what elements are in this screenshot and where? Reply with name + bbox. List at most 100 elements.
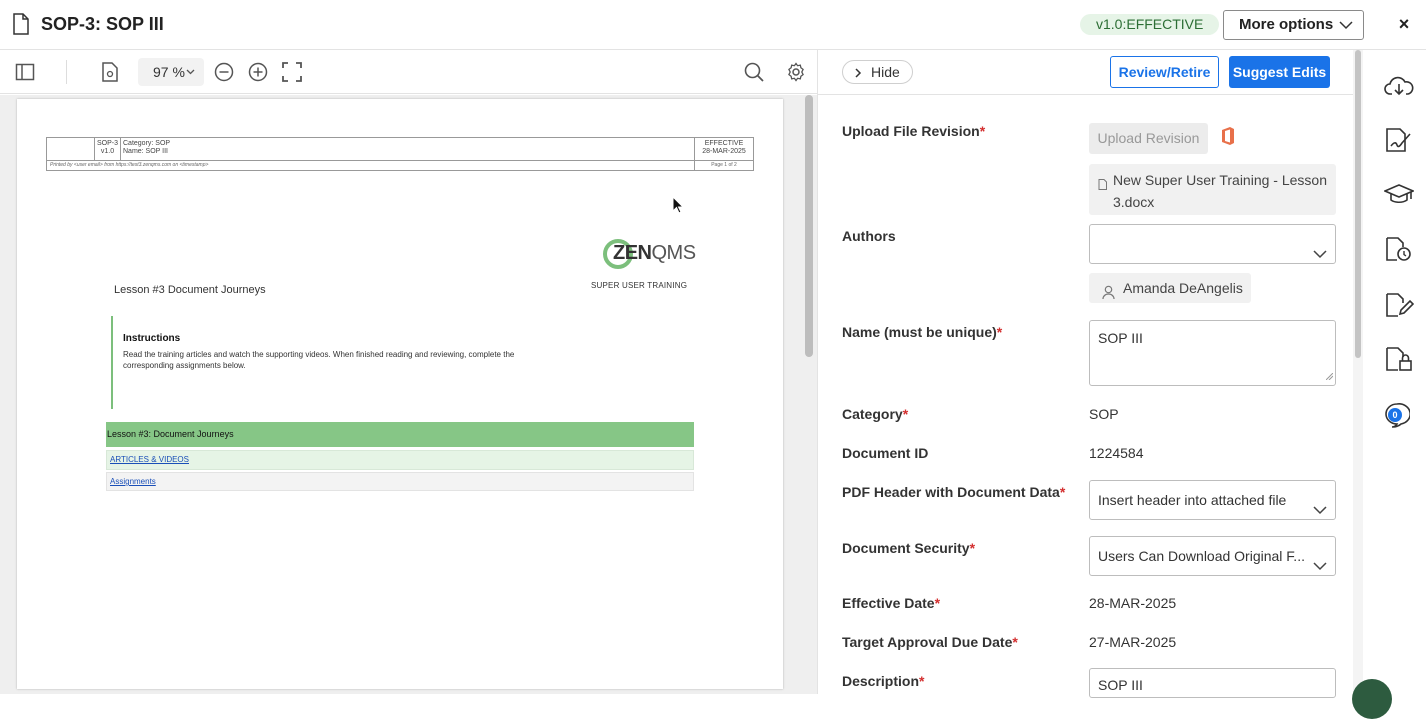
more-options-button[interactable]: More options — [1223, 10, 1364, 40]
document-icon — [12, 13, 30, 40]
file-name: New Super User Training - Lesson 3.docx — [1113, 172, 1327, 210]
name-label: Name (must be unique)* — [842, 324, 1003, 340]
close-button[interactable]: × — [1394, 12, 1414, 36]
hide-panel-button[interactable]: Hide — [842, 60, 913, 84]
chevron-down-icon — [1313, 237, 1327, 263]
lesson-table-row: Assignments — [106, 472, 694, 491]
resize-grip-icon[interactable] — [1325, 367, 1334, 383]
document-history-icon[interactable] — [1384, 236, 1414, 267]
header-cell-blank — [47, 138, 95, 160]
document-edit-icon[interactable] — [1384, 292, 1415, 323]
user-icon — [1102, 280, 1115, 310]
page-title: SOP-3: SOP III — [41, 14, 164, 34]
name-textarea[interactable]: SOP III — [1089, 320, 1336, 386]
search-icon[interactable] — [744, 62, 764, 87]
attached-file-chip[interactable]: New Super User Training - Lesson 3.docx — [1089, 164, 1336, 215]
upload-file-revision-label: Upload File Revision* — [842, 123, 986, 139]
effective-date-value: 28-MAR-2025 — [1089, 595, 1177, 611]
mouse-cursor-icon — [672, 195, 685, 219]
name-value: SOP III — [1098, 330, 1143, 346]
instructions-body: Read the training articles and watch the… — [123, 350, 515, 370]
pdf-header-table: SOP-3 v1.0 Category: SOP Name: SOP III E… — [46, 137, 754, 161]
fullscreen-icon[interactable] — [282, 62, 302, 87]
author-chip[interactable]: Amanda DeAngelis — [1089, 273, 1251, 303]
header-date: 28-MAR-2025 — [702, 148, 746, 155]
target-approval-value: 27-MAR-2025 — [1089, 634, 1177, 650]
upload-revision-button[interactable]: Upload Revision — [1089, 123, 1208, 154]
page-thumbnail-icon[interactable] — [101, 62, 119, 87]
chevron-down-icon — [1339, 13, 1353, 47]
right-icon-rail: 0 — [1364, 50, 1426, 694]
articles-videos-link[interactable]: ARTICLES & VIDEOS — [110, 455, 189, 464]
pdf-header-value: Insert header into attached file — [1098, 492, 1287, 508]
viewer-scrollbar[interactable] — [805, 95, 813, 357]
lesson-table-header: Lesson #3: Document Journeys — [106, 422, 694, 447]
signature-document-icon[interactable] — [1384, 127, 1414, 158]
document-lock-icon[interactable] — [1384, 346, 1414, 377]
file-icon — [1098, 174, 1107, 196]
pdf-header-label: PDF Header with Document Data* — [842, 484, 1066, 500]
instructions-accent-bar — [111, 316, 113, 409]
document-security-value: Users Can Download Original F... — [1098, 548, 1305, 564]
training-cap-icon[interactable] — [1382, 183, 1416, 212]
suggest-edits-button[interactable]: Suggest Edits — [1229, 56, 1330, 88]
office-icon[interactable] — [1220, 126, 1236, 151]
sidebar-toggle-icon[interactable] — [15, 62, 35, 87]
document-page: SOP-3 v1.0 Category: SOP Name: SOP III E… — [17, 99, 783, 689]
lesson-table-row: ARTICLES & VIDEOS — [106, 450, 694, 470]
printed-by-text: Printed by <user email> from https://tes… — [50, 162, 209, 168]
effective-date-label: Effective Date* — [842, 595, 941, 611]
authors-select[interactable] — [1089, 224, 1336, 264]
review-retire-button[interactable]: Review/Retire — [1110, 56, 1219, 88]
pdf-header-footer: Printed by <user email> from https://tes… — [46, 161, 754, 171]
panel-scrollbar[interactable] — [1353, 50, 1363, 694]
pdf-header-select[interactable]: Insert header into attached file — [1089, 480, 1336, 520]
header-cell-status: EFFECTIVE 28-MAR-2025 — [694, 138, 753, 160]
header-doc-id: SOP-3 — [96, 140, 118, 147]
instructions-heading: Instructions — [123, 333, 181, 344]
header-category: Category: SOP — [123, 140, 171, 147]
document-viewer[interactable]: SOP-3 v1.0 Category: SOP Name: SOP III E… — [0, 95, 817, 694]
assignments-link[interactable]: Assignments — [110, 477, 156, 486]
header-doc-version: v1.0 — [100, 148, 115, 155]
panel-scrollbar-thumb[interactable] — [1355, 50, 1361, 358]
settings-gear-icon[interactable] — [786, 62, 806, 87]
document-id-label: Document ID — [842, 445, 929, 461]
document-security-label: Document Security* — [842, 540, 976, 556]
zoom-in-icon[interactable] — [248, 62, 268, 87]
chevron-down-icon — [186, 69, 195, 75]
hide-label: Hide — [871, 64, 900, 80]
header-status: EFFECTIVE — [704, 140, 744, 147]
document-security-select[interactable]: Users Can Download Original F... — [1089, 536, 1336, 576]
target-approval-label: Target Approval Due Date* — [842, 634, 1018, 650]
panel-toolbar: Hide Review/Retire Suggest Edits — [818, 50, 1353, 95]
page-count: Page 1 of 2 — [694, 161, 753, 170]
toolbar-divider — [66, 60, 67, 84]
cloud-download-icon[interactable] — [1384, 74, 1414, 103]
description-value: SOP III — [1098, 677, 1143, 693]
more-options-label: More options — [1239, 16, 1334, 33]
floating-help-button[interactable] — [1352, 679, 1392, 719]
category-label: Category* — [842, 406, 909, 422]
logo-subtitle: SUPER USER TRAINING — [591, 281, 688, 290]
document-details-panel: Hide Review/Retire Suggest Edits Upload … — [817, 50, 1353, 698]
header-cell-id: SOP-3 v1.0 — [95, 138, 121, 160]
description-label: Description* — [842, 673, 925, 689]
chevron-down-icon — [1313, 549, 1327, 575]
zoom-value: 97 % — [153, 64, 185, 80]
header-cell-meta: Category: SOP Name: SOP III — [123, 140, 170, 156]
status-badge: v1.0:EFFECTIVE — [1080, 14, 1220, 35]
zoom-select[interactable]: 97 % — [138, 58, 204, 86]
comments-count-badge: 0 — [1388, 408, 1402, 422]
chevron-down-icon — [1313, 493, 1327, 519]
viewer-toolbar: 97 % — [0, 50, 817, 94]
top-bar: SOP-3: SOP III v1.0:EFFECTIVE More optio… — [0, 0, 1426, 50]
chevron-right-icon — [855, 68, 862, 78]
category-value: SOP — [1089, 406, 1119, 422]
zoom-out-icon[interactable] — [214, 62, 234, 87]
header-name: Name: SOP III — [123, 148, 168, 155]
lesson-title: Lesson #3 Document Journeys — [114, 284, 266, 296]
author-name: Amanda DeAngelis — [1123, 280, 1243, 296]
document-id-value: 1224584 — [1089, 445, 1144, 461]
logo-wordmark: ZENQMS — [613, 242, 696, 264]
